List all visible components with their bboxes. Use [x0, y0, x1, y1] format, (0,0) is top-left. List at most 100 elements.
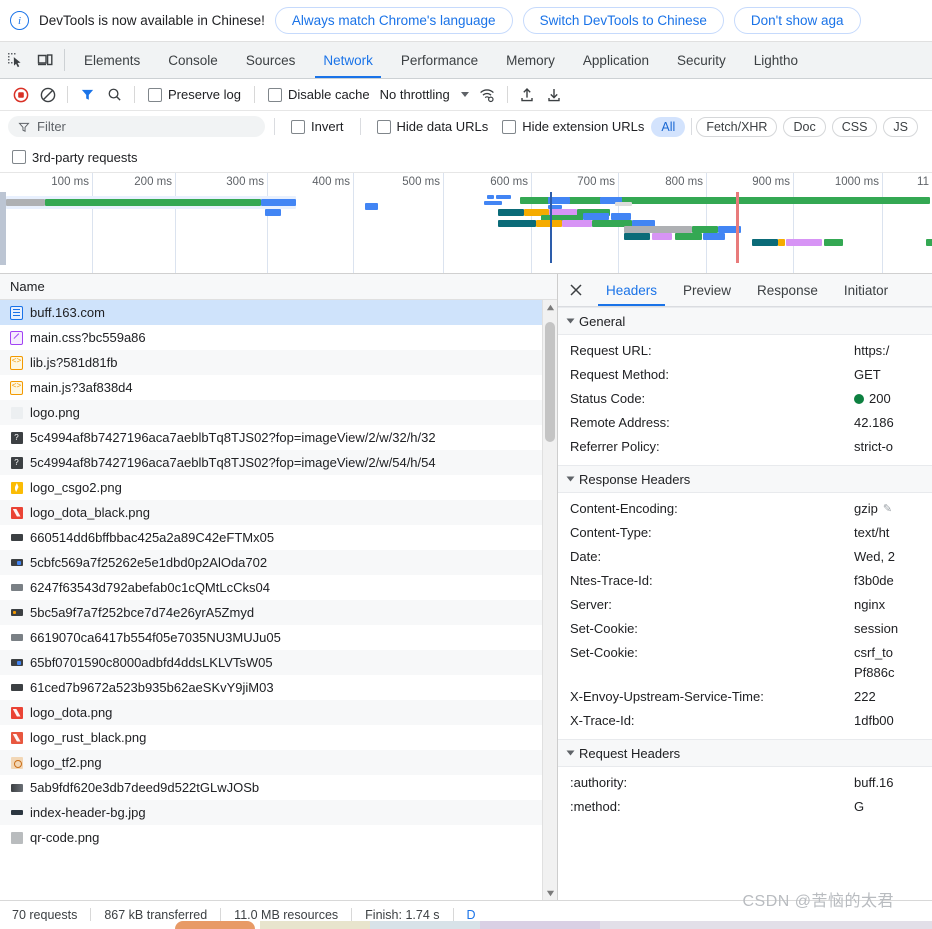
table-row[interactable]: buff.163.com	[0, 300, 557, 325]
info-icon: i	[10, 11, 29, 30]
overview-bar	[652, 233, 672, 240]
statusbar-divider	[90, 908, 92, 922]
section-general[interactable]: General	[558, 307, 932, 335]
network-conditions-icon[interactable]	[474, 81, 501, 108]
table-row[interactable]: 6247f63543d792abefab0c1cQMtLcCks04	[0, 575, 557, 600]
overview-bar	[786, 239, 822, 246]
header-name: Server:	[570, 597, 612, 612]
tab-lighthouse[interactable]: Lightho	[740, 42, 812, 78]
throttling-select[interactable]: No throttling	[377, 87, 474, 102]
overview-bar	[6, 199, 45, 206]
table-row[interactable]: 61ced7b9672a523b935b62aeSKvY9jiM03	[0, 675, 557, 700]
header-value: G	[854, 799, 865, 814]
filter-placeholder: Filter	[37, 119, 66, 134]
tab-performance[interactable]: Performance	[387, 42, 492, 78]
hide-extension-urls-checkbox[interactable]: Hide extension URLs	[495, 119, 651, 134]
hide-data-urls-checkbox[interactable]: Hide data URLs	[370, 119, 496, 134]
tab-response[interactable]: Response	[744, 274, 831, 306]
type-filter-doc[interactable]: Doc	[783, 116, 826, 137]
header-value: f3b0de	[854, 573, 894, 588]
table-row[interactable]: logo_dota.png	[0, 700, 557, 725]
tab-elements[interactable]: Elements	[70, 42, 154, 78]
header-value: 1dfb00	[854, 713, 894, 728]
tab-label: Application	[582, 52, 649, 68]
table-row[interactable]: 65bf0701590c8000adbfd4ddsLKLVTsW05	[0, 650, 557, 675]
resources-size: 11.0 MB resources	[234, 908, 339, 922]
table-row[interactable]: ? 5c4994af8b7427196aca7aeblbTq8TJS02?fop…	[0, 425, 557, 450]
network-main-split: Name buff.163.com main.css?bc559a86 <> l…	[0, 274, 932, 900]
table-row[interactable]: main.css?bc559a86	[0, 325, 557, 350]
inspect-cursor-icon[interactable]	[0, 42, 30, 78]
tab-memory[interactable]: Memory	[492, 42, 569, 78]
device-toggle-icon[interactable]	[30, 42, 60, 78]
table-row[interactable]: logo_tf2.png	[0, 750, 557, 775]
tab-security[interactable]: Security	[663, 42, 740, 78]
scroll-up-icon[interactable]	[543, 300, 557, 314]
request-name: logo.png	[30, 405, 80, 420]
request-name: 5c4994af8b7427196aca7aeblbTq8TJS02?fop=i…	[30, 455, 436, 470]
table-row[interactable]: 6619070ca6417b554f05e7035NU3MUJu05	[0, 625, 557, 650]
section-request-headers[interactable]: Request Headers	[558, 739, 932, 767]
tab-network[interactable]: Network	[309, 42, 387, 78]
table-row[interactable]: <> main.js?3af838d4	[0, 375, 557, 400]
table-row[interactable]: 5ab9fdf620e3db7deed9d522tGLwJOSb	[0, 775, 557, 800]
tab-application[interactable]: Application	[569, 42, 663, 78]
type-filter-fetch-xhr[interactable]: Fetch/XHR	[696, 116, 778, 137]
disable-cache-checkbox[interactable]: Disable cache	[261, 87, 377, 102]
invert-label: Invert	[311, 119, 344, 134]
headers-body: General Request URL: https:/ Request Met…	[558, 307, 932, 900]
always-match-language-button[interactable]: Always match Chrome's language	[274, 7, 513, 34]
table-row[interactable]: qr-code.png	[0, 825, 557, 850]
page-content-peek	[0, 921, 932, 929]
type-filter-css[interactable]: CSS	[831, 116, 878, 137]
table-row[interactable]: index-header-bg.jpg	[0, 800, 557, 825]
third-party-requests-checkbox[interactable]: 3rd-party requests	[12, 150, 145, 165]
tab-initiator[interactable]: Initiator	[831, 274, 901, 306]
table-row[interactable]: 660514dd6bffbbac425a2a89C42eFTMx05	[0, 525, 557, 550]
table-row[interactable]: 5bc5a9f7a7f252bce7d74e26yrA5Zmyd	[0, 600, 557, 625]
filter-input[interactable]: Filter	[8, 116, 265, 137]
request-list[interactable]: buff.163.com main.css?bc559a86 <> lib.js…	[0, 300, 557, 900]
request-list-header[interactable]: Name	[0, 274, 557, 300]
header-name: X-Envoy-Upstream-Service-Time:	[570, 689, 764, 704]
network-overview[interactable]: 100 ms 200 ms 300 ms 400 ms 500 ms 600 m…	[0, 173, 932, 274]
network-filterbar: Filter Invert Hide data URLs Hide extens…	[0, 111, 932, 142]
record-button[interactable]	[7, 81, 34, 108]
close-icon[interactable]	[558, 274, 593, 306]
filter-toggle-icon[interactable]	[74, 81, 101, 108]
tab-console[interactable]: Console	[154, 42, 232, 78]
preserve-log-label: Preserve log	[168, 87, 241, 102]
table-row[interactable]: ? 5c4994af8b7427196aca7aeblbTq8TJS02?fop…	[0, 450, 557, 475]
overview-bar	[265, 209, 281, 216]
export-har-icon[interactable]	[541, 81, 568, 108]
switch-devtools-chinese-button[interactable]: Switch DevTools to Chinese	[522, 7, 724, 34]
table-row[interactable]: logo.png	[0, 400, 557, 425]
clear-button[interactable]	[34, 81, 61, 108]
overview-bar	[496, 195, 511, 199]
invert-checkbox[interactable]: Invert	[284, 119, 351, 134]
tab-headers[interactable]: Headers	[593, 274, 670, 306]
checkbox-box	[148, 87, 162, 102]
header-row: Content-Type: text/ht	[558, 521, 932, 545]
scrollbar-thumb[interactable]	[545, 322, 555, 442]
type-filter-all[interactable]: All	[651, 116, 686, 137]
edit-pencil-icon[interactable]: ✎	[883, 501, 892, 517]
table-row[interactable]: 5cbfc569a7f25262e5e1dbd0p2AlOda702	[0, 550, 557, 575]
table-row[interactable]: logo_rust_black.png	[0, 725, 557, 750]
import-har-icon[interactable]	[514, 81, 541, 108]
preserve-log-checkbox[interactable]: Preserve log	[141, 87, 248, 102]
table-row[interactable]: logo_dota_black.png	[0, 500, 557, 525]
table-row[interactable]: logo_csgo2.png	[0, 475, 557, 500]
scroll-down-icon[interactable]	[543, 886, 557, 900]
table-row[interactable]: <> lib.js?581d81fb	[0, 350, 557, 375]
type-filter-js[interactable]: JS	[883, 116, 918, 137]
section-response-headers[interactable]: Response Headers	[558, 465, 932, 493]
image-strip-icon	[10, 581, 23, 594]
tab-preview[interactable]: Preview	[670, 274, 744, 306]
chevron-down-icon	[460, 92, 469, 97]
request-list-scrollbar[interactable]	[542, 300, 557, 900]
devtools-window: i DevTools is now available in Chinese! …	[0, 0, 932, 929]
search-icon[interactable]	[101, 81, 128, 108]
tab-sources[interactable]: Sources	[232, 42, 310, 78]
dont-show-again-button[interactable]: Don't show aga	[733, 7, 861, 34]
